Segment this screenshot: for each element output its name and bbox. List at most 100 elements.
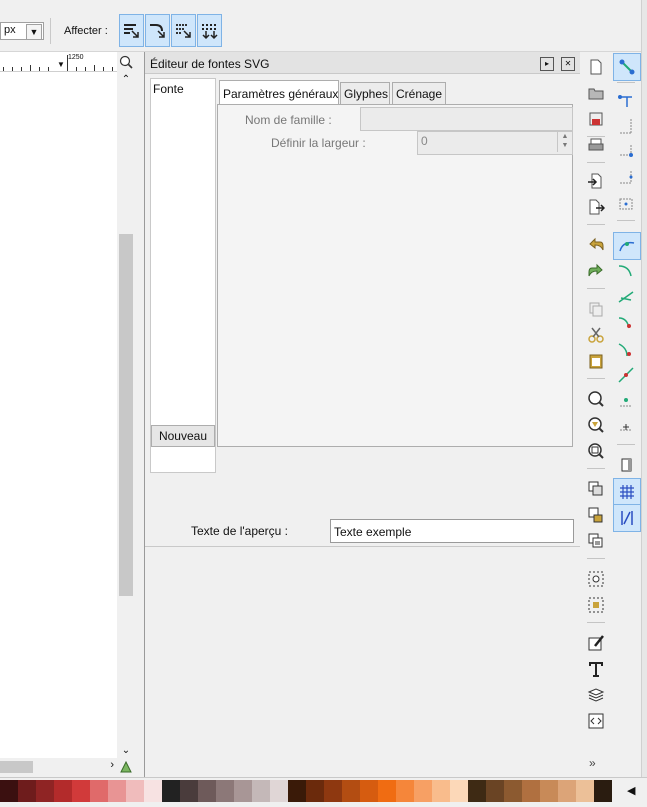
move-gradients-button[interactable] [171, 14, 196, 47]
scroll-right-icon[interactable]: › [110, 759, 114, 771]
open-button[interactable] [583, 80, 609, 106]
color-swatch[interactable] [378, 780, 396, 802]
color-swatch[interactable] [90, 780, 108, 802]
vertical-scroll-thumb[interactable] [119, 234, 133, 596]
color-swatch[interactable] [450, 780, 468, 802]
clone-button[interactable] [583, 476, 609, 502]
snap-path-button[interactable] [613, 258, 639, 284]
snap-midpoint-button[interactable] [613, 362, 639, 388]
color-swatch[interactable] [360, 780, 378, 802]
color-swatch[interactable] [414, 780, 432, 802]
color-swatch[interactable] [54, 780, 72, 802]
ungroup-button[interactable] [583, 592, 609, 618]
color-swatch[interactable] [36, 780, 54, 802]
snap-page-button[interactable] [613, 452, 639, 478]
text-font-button[interactable] [583, 656, 609, 682]
snap-bbox-button[interactable] [613, 87, 639, 113]
color-swatch[interactable] [0, 780, 18, 802]
save-button[interactable] [583, 106, 609, 132]
color-swatch[interactable] [324, 780, 342, 802]
color-swatch[interactable] [126, 780, 144, 802]
color-manage-button[interactable] [117, 758, 135, 776]
snap-bbox-center-button[interactable] [613, 191, 639, 217]
snap-nodes-button[interactable] [613, 232, 641, 260]
fill-stroke-button[interactable] [583, 630, 609, 656]
duplicate-button[interactable] [583, 296, 609, 322]
color-swatch[interactable] [162, 780, 180, 802]
unlock-button[interactable] [583, 528, 609, 554]
vertical-scrollbar[interactable]: ⌃ ⌄ [117, 72, 135, 758]
color-swatch[interactable] [252, 780, 270, 802]
palette-scroll-icon[interactable]: ◀ [627, 784, 635, 797]
color-swatch[interactable] [540, 780, 558, 802]
scale-stroke-button[interactable] [119, 14, 144, 47]
color-swatch[interactable] [270, 780, 288, 802]
dock-icon[interactable]: ▸ [540, 57, 554, 71]
xml-editor-button[interactable] [583, 708, 609, 734]
color-swatch[interactable] [396, 780, 414, 802]
horizontal-scroll-thumb[interactable] [0, 761, 33, 773]
zoom-drawing-button[interactable] [583, 412, 609, 438]
color-swatch[interactable] [72, 780, 90, 802]
import-button[interactable] [583, 168, 609, 194]
tab-kerning[interactable]: Crénage [392, 82, 446, 104]
snap-grid-button[interactable] [613, 478, 641, 506]
family-name-field[interactable] [360, 107, 573, 131]
unit-select[interactable]: px ▼ [0, 22, 44, 40]
color-swatch[interactable] [288, 780, 306, 802]
cut-button[interactable] [583, 322, 609, 348]
color-swatch[interactable] [576, 780, 594, 802]
color-swatch[interactable] [432, 780, 450, 802]
horizontal-scrollbar[interactable]: › [0, 758, 117, 776]
color-swatch[interactable] [594, 780, 612, 802]
color-swatch[interactable] [306, 780, 324, 802]
snap-rotation-button[interactable] [613, 414, 639, 440]
snap-smooth-button[interactable] [613, 336, 639, 362]
export-button[interactable] [583, 194, 609, 220]
zoom-selection-button[interactable] [583, 386, 609, 412]
color-swatch[interactable] [216, 780, 234, 802]
color-swatch[interactable] [198, 780, 216, 802]
layers-button[interactable] [583, 682, 609, 708]
spin-arrows-icon[interactable]: ▲ ▼ [557, 132, 572, 152]
scroll-up-icon[interactable]: ⌃ [117, 74, 135, 85]
preview-text-input[interactable]: Texte exemple [330, 519, 574, 543]
drawing-canvas[interactable] [0, 72, 117, 758]
snap-bbox-midpoint-button[interactable] [613, 165, 639, 191]
color-swatch[interactable] [504, 780, 522, 802]
tab-glyphs[interactable]: Glyphes [340, 82, 390, 104]
color-swatch[interactable] [234, 780, 252, 802]
new-font-button[interactable]: Nouveau [151, 425, 215, 447]
snap-center-button[interactable] [613, 388, 639, 414]
snap-bbox-edge-button[interactable] [613, 113, 639, 139]
color-swatch[interactable] [108, 780, 126, 802]
color-swatch[interactable] [558, 780, 576, 802]
color-swatch[interactable] [144, 780, 162, 802]
close-icon[interactable]: ✕ [561, 57, 575, 71]
new-document-button[interactable] [583, 54, 609, 80]
width-spinbox[interactable]: 0 ▲ ▼ [417, 131, 573, 155]
paste-button[interactable] [583, 348, 609, 374]
snap-intersection-button[interactable] [613, 284, 639, 310]
move-patterns-button[interactable] [197, 14, 222, 47]
zoom-corner-button[interactable] [117, 52, 135, 72]
zoom-page-button[interactable] [583, 438, 609, 464]
redo-button[interactable] [583, 258, 609, 284]
color-swatch[interactable] [342, 780, 360, 802]
color-swatch[interactable] [522, 780, 540, 802]
color-swatch[interactable] [18, 780, 36, 802]
snap-toggle-button[interactable] [613, 53, 641, 81]
more-commands-button[interactable]: » [589, 756, 596, 770]
undo-button[interactable] [583, 232, 609, 258]
snap-cusp-button[interactable] [613, 310, 639, 336]
color-swatch[interactable] [468, 780, 486, 802]
snap-bbox-corner-button[interactable] [613, 139, 639, 165]
group-button[interactable] [583, 566, 609, 592]
chevron-down-icon[interactable]: ▼ [26, 24, 42, 40]
scroll-down-icon[interactable]: ⌄ [117, 745, 135, 756]
scale-corners-button[interactable] [145, 14, 170, 47]
color-swatch[interactable] [180, 780, 198, 802]
print-button[interactable] [583, 132, 609, 158]
color-swatch[interactable] [486, 780, 504, 802]
font-list[interactable]: Fonte [150, 78, 216, 473]
